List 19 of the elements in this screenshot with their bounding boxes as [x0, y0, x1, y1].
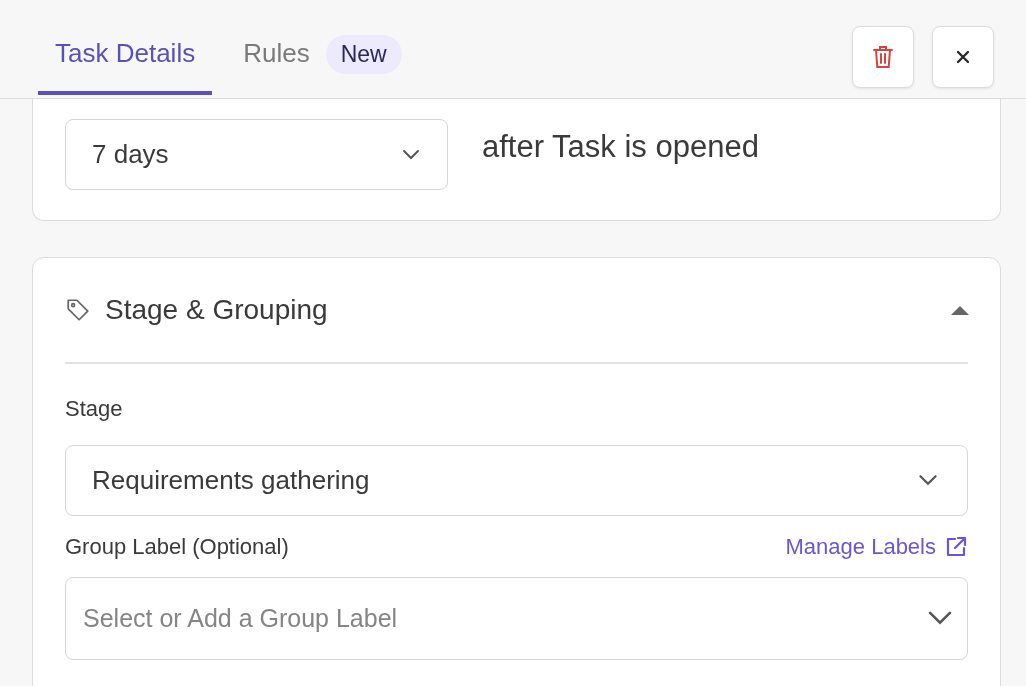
delete-button[interactable] [852, 26, 914, 88]
new-badge: New [325, 35, 402, 74]
duration-dropdown[interactable]: 7 days [65, 119, 448, 190]
tag-icon [65, 297, 91, 323]
chevron-down-icon [401, 148, 421, 161]
close-icon [955, 49, 971, 65]
section-header[interactable]: Stage & Grouping [65, 258, 968, 362]
trash-icon [872, 45, 894, 69]
external-link-icon [944, 535, 968, 559]
duration-text: after Task is opened [482, 129, 759, 165]
caret-up-icon [950, 304, 970, 316]
stage-dropdown[interactable]: Requirements gathering [65, 445, 968, 516]
manage-labels-link[interactable]: Manage Labels [785, 534, 968, 560]
group-label-dropdown[interactable]: Select or Add a Group Label [65, 577, 968, 660]
tab[interactable]: Rules [243, 38, 310, 95]
tab[interactable]: Task Details [38, 38, 213, 95]
field-label: Stage [65, 396, 124, 422]
field-label: Group Label (Optional) [65, 534, 289, 560]
chevron-down-icon [917, 474, 939, 487]
